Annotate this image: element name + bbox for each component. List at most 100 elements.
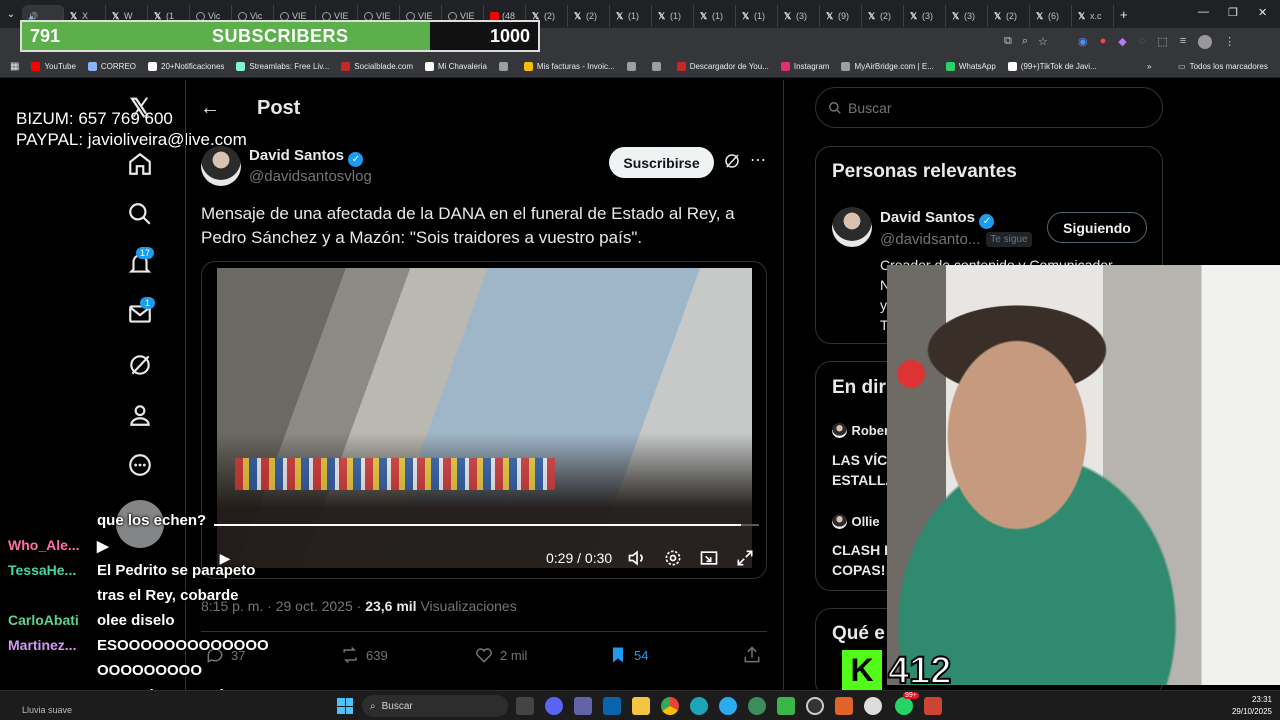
bookmark-item[interactable]: (99+)TikTok de Javi... (1007, 62, 1097, 71)
browser-tab[interactable]: 𝕏 (1) (736, 5, 778, 27)
bookmark-item[interactable]: Instagram (780, 62, 829, 71)
volume-icon[interactable] (626, 547, 648, 569)
minimize-button[interactable]: — (1198, 6, 1209, 18)
star-icon[interactable]: ☆ (1038, 35, 1048, 48)
bookmark-item[interactable]: 20+Notificaciones (148, 62, 224, 71)
author-name-row[interactable]: David Santos ✓ (249, 147, 364, 167)
chrome-icon[interactable] (661, 697, 679, 715)
bookmark-item[interactable]: YouTube (31, 62, 76, 71)
live-item-title[interactable]: CLASH I COPAS! (832, 540, 888, 580)
bookmark-item[interactable]: Mi Chavaleria (424, 62, 487, 71)
profile-avatar[interactable] (1198, 35, 1213, 49)
bookmark-item[interactable]: CORREO (87, 62, 136, 71)
system-clock[interactable]: 23:31 29/10/2025 (1232, 694, 1272, 718)
camtasia-icon[interactable] (777, 697, 795, 715)
browser-tab[interactable]: 𝕏 (9) (820, 5, 862, 27)
task-view-icon[interactable] (516, 697, 534, 715)
grok-icon[interactable] (126, 351, 154, 379)
telegram-icon[interactable] (719, 697, 737, 715)
browser-tab[interactable]: 𝕏 (2) (568, 5, 610, 27)
browser-tab[interactable]: 𝕏 (3) (904, 5, 946, 27)
live-item[interactable]: Ollie (832, 513, 880, 531)
relevant-name[interactable]: David Santos (880, 209, 975, 226)
app-icon[interactable] (835, 697, 853, 715)
close-window-button[interactable]: ✕ (1258, 6, 1267, 19)
more-bookmarks-icon[interactable]: » (1147, 62, 1151, 71)
file-explorer-icon[interactable] (632, 697, 650, 715)
following-button[interactable]: Siguiendo (1047, 212, 1147, 243)
extension-icon[interactable]: ◌ (1139, 35, 1146, 49)
bookmark-item[interactable] (498, 62, 512, 71)
more-options-icon[interactable]: ⋯ (750, 150, 766, 170)
relevant-handle[interactable]: @davidsanto... (880, 231, 980, 248)
back-arrow-icon[interactable]: ← (200, 97, 220, 120)
browser-tab[interactable]: 𝕏 (1) (652, 5, 694, 27)
explore-icon[interactable] (126, 200, 154, 228)
bookmark-item[interactable]: Streamlabs: Free Liv... (236, 62, 329, 71)
all-bookmarks-folder[interactable]: ▭ Todos los marcadores (1178, 62, 1268, 71)
bookmark-item[interactable] (651, 62, 665, 71)
browser-tab[interactable]: 𝕏 (2) (862, 5, 904, 27)
reading-list-icon[interactable]: ≡ (1180, 35, 1186, 49)
bookmark-button[interactable]: 54 (608, 645, 648, 665)
taskbar-search[interactable]: ⌕ Buscar (362, 695, 508, 717)
home-icon[interactable] (126, 150, 154, 178)
fullscreen-icon[interactable] (734, 547, 756, 569)
browser-tab[interactable]: 𝕏 (1) (610, 5, 652, 27)
bookmark-item[interactable]: Mis facturas - Invoic... (523, 62, 615, 71)
browser-tab[interactable]: 𝕏 (6) (1030, 5, 1072, 27)
live-item-title[interactable]: LAS VÍC ESTALLA (832, 450, 896, 490)
video-progress-bar[interactable] (214, 524, 759, 526)
extension-icon[interactable]: ◉ (1078, 35, 1088, 49)
search-input[interactable]: Buscar (848, 100, 892, 116)
relevant-avatar[interactable] (832, 207, 872, 247)
relevant-name-row[interactable]: David Santos ✓ (880, 209, 995, 229)
bookmark-item[interactable]: Descargador de You... (676, 62, 769, 71)
bookmark-item[interactable]: MyAirBridge.com | E... (841, 62, 934, 71)
author-avatar[interactable] (201, 146, 241, 186)
app-icon[interactable] (924, 697, 942, 715)
install-icon[interactable]: ⧉ (1004, 35, 1012, 48)
edge-icon[interactable] (690, 697, 708, 715)
start-button[interactable] (337, 698, 353, 714)
video-player[interactable]: ▶ 0:29 / 0:30 (201, 261, 767, 579)
share-button[interactable] (742, 645, 762, 665)
browser-tab[interactable]: 𝕏 (3) (946, 5, 988, 27)
whatsapp-icon[interactable] (895, 697, 913, 715)
profile-icon[interactable] (126, 401, 154, 429)
browser-tab[interactable]: 𝕏 (2) (988, 5, 1030, 27)
live-item[interactable]: Rober (832, 422, 889, 440)
repost-button[interactable]: 639 (340, 645, 388, 665)
apps-icon[interactable]: ▦ (10, 61, 19, 72)
extension-icon[interactable]: ◆ (1118, 35, 1126, 49)
globe-app-icon[interactable] (748, 697, 766, 715)
outlook-icon[interactable] (603, 697, 621, 715)
bookmark-item[interactable] (626, 62, 640, 71)
menu-icon[interactable]: ⋮ (1224, 35, 1235, 49)
extension-icon[interactable]: ● (1100, 35, 1107, 49)
tab-list-button[interactable]: ⌄ (0, 3, 22, 25)
browser-tab[interactable]: 𝕏x.c (1072, 5, 1114, 27)
browser-tab[interactable]: 𝕏 (1) (694, 5, 736, 27)
new-tab-button[interactable]: + (1120, 7, 1140, 22)
author-name[interactable]: David Santos (249, 147, 344, 164)
obs-icon[interactable] (806, 697, 824, 715)
like-button[interactable]: 2 mil (474, 645, 527, 665)
weather-widget[interactable]: Lluvia suave (22, 692, 72, 717)
app-icon[interactable] (864, 697, 882, 715)
author-handle[interactable]: @davidsantosvlog (249, 168, 372, 185)
maximize-button[interactable]: ❐ (1228, 6, 1238, 19)
teams-icon[interactable] (574, 697, 592, 715)
picture-in-picture-icon[interactable] (698, 547, 720, 569)
puzzle-icon[interactable]: ⬚ (1157, 35, 1167, 49)
browser-tab[interactable]: 𝕏 (3) (778, 5, 820, 27)
search-box[interactable]: Buscar (815, 87, 1163, 128)
subscribe-button[interactable]: Suscribirse (609, 147, 714, 178)
bookmark-item[interactable]: Socialblade.com (341, 62, 413, 71)
grok-icon[interactable] (723, 152, 741, 175)
bookmark-item[interactable]: WhatsApp (945, 62, 996, 71)
discord-icon[interactable] (545, 697, 563, 715)
settings-gear-icon[interactable] (662, 547, 684, 569)
zoom-icon[interactable]: ⌕ (1022, 35, 1028, 48)
more-icon[interactable] (126, 451, 154, 479)
